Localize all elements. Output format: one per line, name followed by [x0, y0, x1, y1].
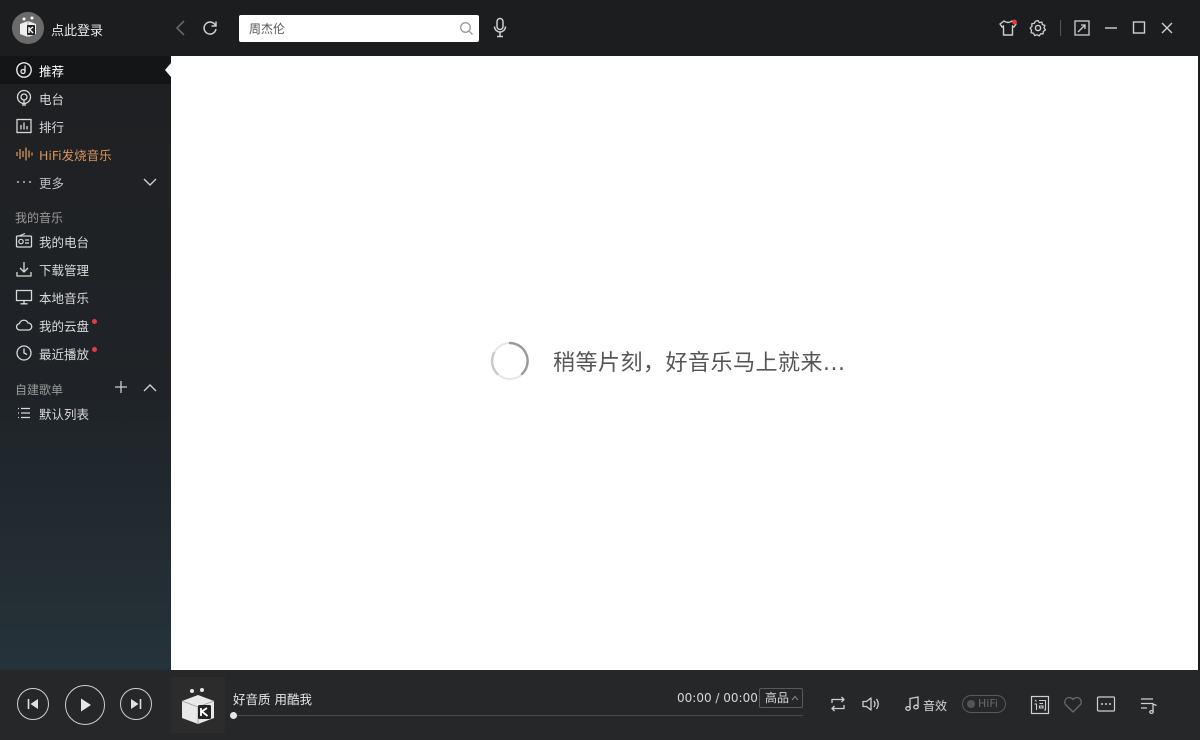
playback-time: 00:00 / 00:00	[677, 691, 758, 705]
sidebar-item-label: 我的云盘	[39, 318, 90, 334]
avatar[interactable]	[12, 12, 44, 44]
sidebar-item-label: HiFi发烧音乐	[39, 147, 112, 163]
sidebar-item-recommend[interactable]: 推荐	[0, 56, 171, 84]
back-icon[interactable]	[173, 19, 189, 37]
chevron-up-icon[interactable]	[142, 380, 158, 396]
progress-track[interactable]	[233, 715, 803, 716]
sidebar-item-radio[interactable]: 电台	[0, 84, 171, 112]
list-icon	[18, 407, 30, 419]
notification-badge	[92, 346, 98, 352]
close-icon[interactable]	[1159, 19, 1175, 37]
more-options-icon[interactable]	[1096, 695, 1116, 713]
play-button[interactable]	[65, 685, 105, 725]
repeat-icon[interactable]	[829, 695, 847, 713]
quality-label: 高品	[765, 691, 790, 705]
main-content: 稍等片刻，好音乐马上就来...	[171, 56, 1198, 670]
login-link[interactable]: 点此登录	[51, 20, 103, 39]
sidebar-item-default-list[interactable]: 默认列表	[0, 399, 171, 427]
sidebar-item-label: 默认列表	[39, 406, 90, 422]
my-radio-icon	[15, 232, 33, 248]
sidebar-item-label: 更多	[39, 175, 65, 191]
sidebar-item-more[interactable]: 更多	[0, 168, 171, 196]
waveform-icon	[16, 147, 33, 161]
clock-icon	[16, 345, 32, 361]
playlist-icon[interactable]	[1139, 695, 1159, 715]
kuwo-logo-icon	[12, 12, 44, 44]
top-bar: 点此登录	[0, 0, 1200, 56]
chart-icon	[16, 118, 32, 134]
recommend-icon	[16, 62, 32, 78]
sidebar-item-local-music[interactable]: 本地音乐	[0, 283, 171, 311]
music-note-icon[interactable]	[904, 696, 920, 712]
sidebar-item-hifi[interactable]: HiFi发烧音乐	[0, 140, 171, 168]
chevron-down-icon[interactable]	[142, 174, 158, 190]
sidebar-item-my-radio[interactable]: 我的电台	[0, 227, 171, 255]
minimize-icon[interactable]	[1103, 19, 1119, 37]
sidebar: 推荐 电台 排行 HiFi发烧音乐 更多 我的音乐 我的电台 下载管理 本地音乐…	[0, 56, 171, 670]
my-music-title: 我的音乐	[15, 211, 64, 225]
radio-icon	[16, 89, 32, 106]
cloud-icon	[15, 319, 33, 331]
mini-mode-icon[interactable]	[1073, 19, 1091, 37]
heart-icon[interactable]	[1063, 696, 1083, 714]
sidebar-item-cloud[interactable]: 我的云盘	[0, 311, 171, 339]
next-button[interactable]	[120, 688, 152, 720]
sidebar-item-downloads[interactable]: 下载管理	[0, 255, 171, 283]
gear-icon[interactable]	[1029, 19, 1047, 37]
lyrics-icon[interactable]	[1030, 695, 1050, 715]
dots-icon	[17, 181, 31, 183]
kuwo-cover-icon	[181, 688, 215, 724]
volume-icon[interactable]	[861, 695, 881, 713]
progress-knob[interactable]	[230, 712, 237, 719]
sidebar-item-ranking[interactable]: 排行	[0, 112, 171, 140]
player-bar: 好音质 用酷我 00:00 / 00:00 高品 音效 HiFi	[0, 670, 1200, 740]
sidebar-item-label: 下载管理	[39, 262, 90, 278]
add-playlist-icon[interactable]	[113, 379, 129, 395]
search-box	[239, 15, 479, 42]
loading-indicator: 稍等片刻，好音乐马上就来...	[489, 340, 845, 382]
sound-effect-label[interactable]: 音效	[923, 697, 947, 714]
hifi-toggle[interactable]: HiFi	[962, 695, 1006, 713]
next-icon	[131, 699, 142, 709]
previous-button[interactable]	[17, 688, 49, 720]
skin-shirt-icon[interactable]	[998, 19, 1018, 37]
monitor-icon	[15, 289, 33, 305]
sidebar-item-recent[interactable]: 最近播放	[0, 339, 171, 367]
song-title: 好音质 用酷我	[233, 692, 312, 707]
download-icon	[16, 262, 32, 277]
notification-badge	[92, 318, 98, 324]
playlists-title: 自建歌单	[15, 383, 64, 397]
toolbar-divider	[1060, 20, 1061, 36]
caret-up-icon	[791, 695, 799, 701]
hifi-toggle-label: HiFi	[978, 697, 998, 710]
search-input[interactable]	[239, 15, 453, 42]
sidebar-item-label: 排行	[39, 119, 65, 135]
sidebar-item-label: 本地音乐	[39, 290, 90, 306]
album-cover[interactable]	[171, 677, 225, 733]
microphone-icon[interactable]	[492, 17, 508, 39]
quality-select[interactable]: 高品	[759, 688, 803, 708]
toggle-knob	[967, 700, 975, 708]
loading-spinner-icon	[490, 341, 529, 380]
maximize-icon[interactable]	[1131, 19, 1147, 37]
sidebar-item-label: 最近播放	[39, 346, 90, 362]
sidebar-item-label: 推荐	[39, 63, 65, 79]
play-icon	[81, 698, 91, 712]
sidebar-item-label: 电台	[39, 91, 65, 107]
refresh-icon[interactable]	[201, 19, 219, 37]
loading-text: 稍等片刻，好音乐马上就来...	[553, 351, 846, 376]
sidebar-item-label: 我的电台	[39, 234, 90, 250]
search-icon[interactable]	[459, 21, 474, 36]
previous-icon	[27, 699, 38, 709]
